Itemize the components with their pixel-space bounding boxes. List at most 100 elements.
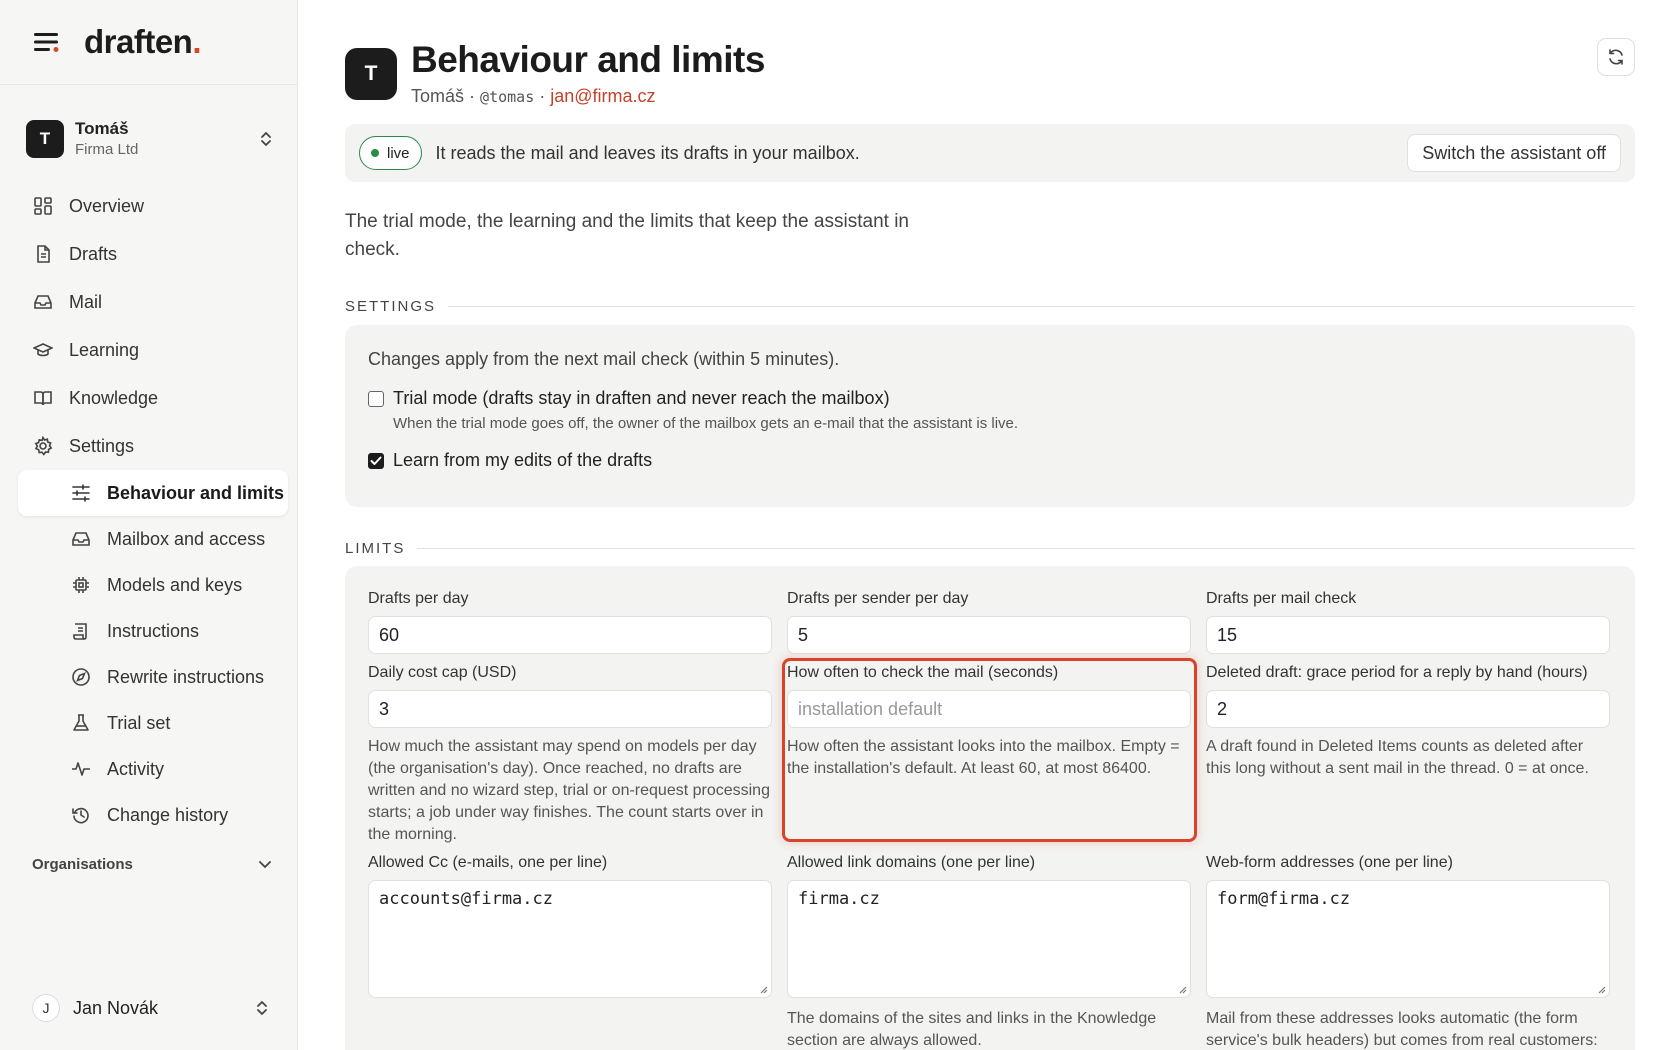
status-text: It reads the mail and leaves its drafts … — [435, 142, 860, 163]
resize-grip-icon[interactable] — [1596, 984, 1606, 994]
live-dot-icon — [371, 149, 379, 157]
allowed-cc-textarea[interactable]: accounts@firma.cz — [368, 880, 772, 998]
divider — [417, 547, 1635, 549]
drafts-per-sender-input[interactable]: 5 — [787, 616, 1191, 654]
settings-section-header: SETTINGS — [345, 296, 1635, 316]
sidebar-subitem-change-history[interactable]: Change history — [18, 792, 288, 838]
allowed-domains-label: Allowed link domains (one per line) — [787, 854, 1036, 871]
settings-note: Changes apply from the next mail check (… — [368, 349, 840, 369]
sidebar-item-settings[interactable]: Settings — [18, 422, 288, 470]
trial-mode-label[interactable]: Trial mode (drafts stay in draften and n… — [393, 388, 1018, 409]
sidebar-item-label: Knowledge — [69, 387, 159, 408]
allowed-cc-label: Allowed Cc (e-mails, one per line) — [368, 854, 608, 871]
resize-grip-icon[interactable] — [1177, 984, 1187, 994]
sidebar-subitem-behaviour-and-limits[interactable]: Behaviour and limits — [18, 470, 288, 516]
book-icon — [32, 387, 54, 409]
drafts-per-check-label: Drafts per mail check — [1206, 590, 1357, 607]
grid-icon — [32, 195, 54, 217]
sidebar-item-knowledge[interactable]: Knowledge — [18, 374, 288, 422]
header-user-name: Tomáš — [411, 86, 465, 106]
daily-cost-cap-input[interactable]: 3 — [368, 690, 772, 728]
page-header: T Behaviour and limits Tomáš · @tomas · … — [345, 38, 1635, 108]
header-email-link[interactable]: jan@firma.cz — [550, 86, 655, 106]
separator: · — [539, 86, 546, 106]
drafts-per-check-field: Drafts per mail check 15 — [1206, 588, 1610, 654]
sidebar-item-label: Learning — [69, 339, 140, 360]
page-title: Behaviour and limits — [411, 39, 765, 80]
sidebar-item-overview[interactable]: Overview — [18, 182, 288, 230]
check-interval-label: How often to check the mail (seconds) — [787, 664, 1059, 681]
sidebar: draften. T Tomáš Firma Ltd Overview Draf… — [0, 0, 298, 1050]
chevron-down-icon — [258, 859, 272, 869]
limits-section-header: LIMITS — [345, 538, 1635, 558]
drafts-per-sender-label: Drafts per sender per day — [787, 590, 969, 607]
inbox-icon — [70, 528, 92, 550]
web-form-textarea[interactable]: form@firma.cz — [1206, 880, 1610, 998]
allowed-domains-field: Allowed link domains (one per line) firm… — [787, 852, 1191, 1050]
logo[interactable]: draften. — [84, 23, 201, 61]
settings-card: Changes apply from the next mail check (… — [345, 325, 1635, 507]
sidebar-item-label: Overview — [69, 195, 145, 216]
graduation-cap-icon — [32, 339, 54, 361]
header-handle: @tomas — [480, 88, 535, 106]
sidebar-item-label: Settings — [69, 435, 135, 456]
flask-icon — [70, 712, 92, 734]
learn-from-edits-checkbox[interactable] — [368, 453, 384, 469]
account-org: Firma Ltd — [75, 141, 139, 158]
refresh-button[interactable] — [1597, 38, 1635, 76]
trial-mode-checkbox[interactable] — [368, 391, 384, 407]
trial-mode-help: When the trial mode goes off, the owner … — [393, 415, 1019, 432]
user-menu[interactable]: J Jan Novák — [32, 992, 272, 1024]
sidebar-subitem-label: Trial set — [107, 712, 171, 733]
grace-period-help: A draft found in Deleted Items counts as… — [1206, 738, 1589, 777]
menu-icon[interactable] — [32, 27, 62, 57]
grace-period-input[interactable]: 2 — [1206, 690, 1610, 728]
organisations-toggle[interactable]: Organisations — [32, 852, 272, 876]
sidebar-item-label: Drafts — [69, 243, 118, 264]
switch-assistant-off-button[interactable]: Switch the assistant off — [1407, 134, 1621, 172]
assistant-status-bar: live It reads the mail and leaves its dr… — [345, 124, 1635, 182]
status-badge-label: live — [387, 144, 410, 162]
web-form-field: Web-form addresses (one per line) form@f… — [1206, 852, 1610, 1050]
sidebar-subitem-mailbox-and-access[interactable]: Mailbox and access — [18, 516, 288, 562]
daily-cost-cap-label: Daily cost cap (USD) — [368, 664, 517, 681]
daily-cost-cap-help: How much the assistant may spend on mode… — [368, 738, 770, 843]
organisations-label: Organisations — [32, 855, 133, 873]
sidebar-header: draften. — [0, 0, 297, 85]
account-name: Tomáš — [75, 119, 129, 138]
drafts-per-day-input[interactable]: 60 — [368, 616, 772, 654]
sidebar-subitem-rewrite-instructions[interactable]: Rewrite instructions — [18, 654, 288, 700]
web-form-label: Web-form addresses (one per line) — [1206, 854, 1453, 871]
sidebar-subitem-instructions[interactable]: Instructions — [18, 608, 288, 654]
daily-cost-cap-field: Daily cost cap (USD) 3 How much the assi… — [368, 662, 772, 846]
sidebar-subitem-label: Rewrite instructions — [107, 666, 265, 687]
sidebar-item-drafts[interactable]: Drafts — [18, 230, 288, 278]
sidebar-nav: Overview Drafts Mail Learning Knowledge … — [18, 182, 288, 838]
sliders-icon — [70, 482, 92, 504]
account-switcher[interactable]: T Tomáš Firma Ltd — [26, 113, 276, 165]
checkmark-icon — [370, 456, 382, 465]
page-subtitle: Tomáš · @tomas · jan@firma.cz — [411, 86, 765, 107]
sidebar-subitem-trial-set[interactable]: Trial set — [18, 700, 288, 746]
drafts-per-check-input[interactable]: 15 — [1206, 616, 1610, 654]
sidebar-subitem-label: Mailbox and access — [107, 528, 266, 549]
learn-from-edits-label[interactable]: Learn from my edits of the drafts — [393, 450, 652, 471]
sidebar-item-label: Mail — [69, 291, 103, 312]
limits-card: Drafts per day 60 Drafts per sender per … — [345, 566, 1635, 1050]
sidebar-subitem-label: Models and keys — [107, 574, 243, 595]
allowed-cc-value: accounts@firma.cz — [379, 889, 553, 909]
sidebar-item-learning[interactable]: Learning — [18, 326, 288, 374]
sidebar-item-mail[interactable]: Mail — [18, 278, 288, 326]
resize-grip-icon[interactable] — [758, 984, 768, 994]
sidebar-subitem-label: Behaviour and limits — [107, 482, 285, 503]
allowed-cc-field: Allowed Cc (e-mails, one per line) accou… — [368, 852, 772, 998]
learn-from-edits-row: Learn from my edits of the drafts — [368, 450, 1612, 471]
sidebar-subitem-activity[interactable]: Activity — [18, 746, 288, 792]
grace-period-field: Deleted draft: grace period for a reply … — [1206, 662, 1610, 780]
allowed-domains-textarea[interactable]: firma.cz — [787, 880, 1191, 998]
history-icon — [70, 804, 92, 826]
sidebar-subitem-models-and-keys[interactable]: Models and keys — [18, 562, 288, 608]
chevron-updown-icon — [256, 129, 276, 149]
check-interval-input[interactable]: installation default — [787, 690, 1191, 728]
drafts-per-sender-field: Drafts per sender per day 5 — [787, 588, 1191, 654]
